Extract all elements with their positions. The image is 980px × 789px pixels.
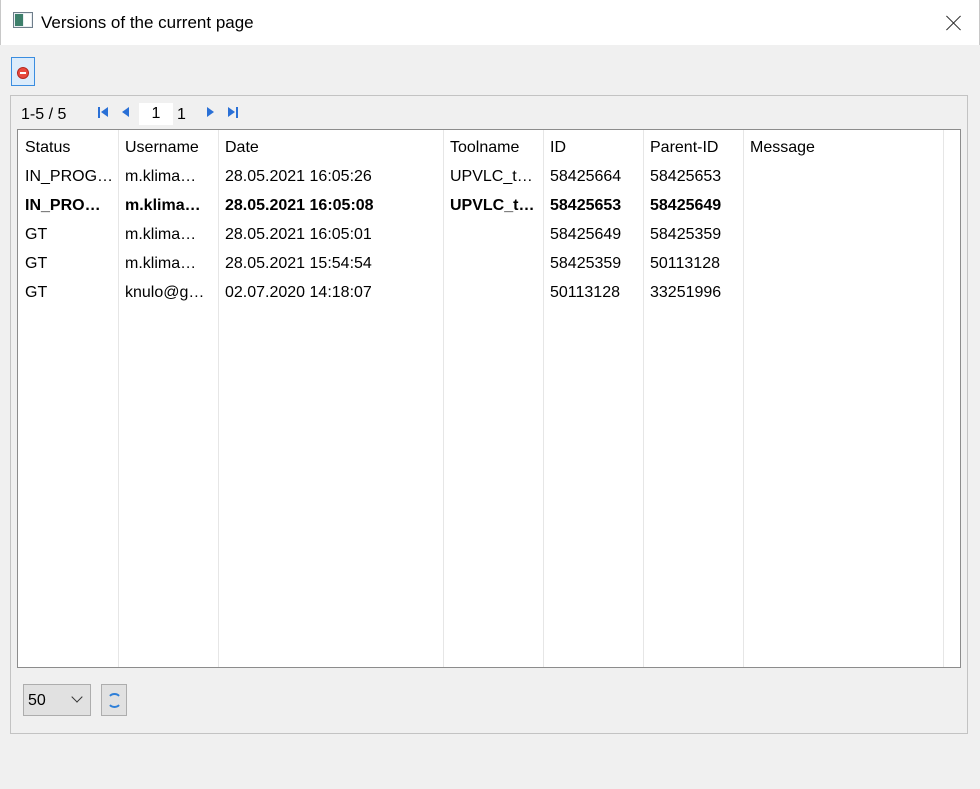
first-page-button[interactable] xyxy=(98,106,110,120)
col-header-id[interactable]: ID xyxy=(543,139,643,157)
cell-parent-id: 58425653 xyxy=(650,168,722,185)
cell-parent-id: 33251996 xyxy=(650,284,722,301)
cell-username: knulo@g… xyxy=(125,284,205,301)
col-header-status[interactable]: Status xyxy=(18,139,118,157)
next-page-button[interactable] xyxy=(206,106,218,120)
prev-page-button[interactable] xyxy=(121,106,133,120)
last-page-button[interactable] xyxy=(228,106,240,120)
cell-date: 28.05.2021 16:05:08 xyxy=(225,197,374,214)
cell-date: 28.05.2021 16:05:01 xyxy=(225,226,372,243)
col-header-parent-id[interactable]: Parent-ID xyxy=(643,139,743,157)
col-header-date[interactable]: Date xyxy=(218,139,443,157)
cell-username: m.klima… xyxy=(125,226,197,243)
cell-id: 58425359 xyxy=(550,255,622,272)
page-count: 1 xyxy=(177,106,186,123)
cell-toolname: UPVLC_t… xyxy=(450,197,535,214)
cell-parent-id: 58425649 xyxy=(650,197,722,214)
title-bar: Versions of the current page xyxy=(0,0,980,45)
refresh-icon xyxy=(107,693,122,708)
cell-status: IN_PROG… xyxy=(25,168,114,185)
col-header-username[interactable]: Username xyxy=(118,139,218,157)
cell-parent-id: 58425359 xyxy=(650,226,722,243)
cell-status: IN_PRO… xyxy=(25,197,101,214)
cell-status: GT xyxy=(25,255,48,272)
cell-toolname: UPVLC_tS… xyxy=(450,168,543,185)
cell-status: GT xyxy=(25,284,48,301)
versions-panel: 1-5 / 5 1 Status Username Date Toolname … xyxy=(10,95,968,734)
app-window-icon xyxy=(13,12,33,28)
refresh-button[interactable] xyxy=(101,684,127,716)
cell-id: 58425653 xyxy=(550,197,622,214)
cell-id: 58425649 xyxy=(550,226,622,243)
cell-parent-id: 50113128 xyxy=(650,255,720,272)
cell-username: m.klima… xyxy=(125,197,201,214)
pager: 1-5 / 5 1 xyxy=(11,96,967,130)
versions-table[interactable]: Status Username Date Toolname ID Parent-… xyxy=(17,129,961,668)
chevron-down-icon xyxy=(71,691,83,703)
cell-status: GT xyxy=(25,226,48,243)
cell-date: 28.05.2021 15:54:54 xyxy=(225,255,372,272)
page-size-value: 50 xyxy=(28,692,46,709)
cell-username: m.klima… xyxy=(125,255,197,272)
cell-date: 28.05.2021 16:05:26 xyxy=(225,168,372,185)
col-header-toolname[interactable]: Toolname xyxy=(443,139,543,157)
page-number-input[interactable] xyxy=(139,103,173,125)
delete-version-button[interactable] xyxy=(11,57,35,86)
window-title: Versions of the current page xyxy=(41,13,254,32)
cell-id: 50113128 xyxy=(550,284,620,301)
range-label: 1-5 / 5 xyxy=(21,106,67,123)
cell-date: 02.07.2020 14:18:07 xyxy=(225,284,372,301)
close-button[interactable] xyxy=(936,8,972,38)
col-header-message[interactable]: Message xyxy=(743,139,943,157)
cell-id: 58425664 xyxy=(550,168,622,185)
page-size-select[interactable]: 50 xyxy=(23,684,91,716)
cell-username: m.klima… xyxy=(125,168,197,185)
stop-icon xyxy=(17,67,29,79)
